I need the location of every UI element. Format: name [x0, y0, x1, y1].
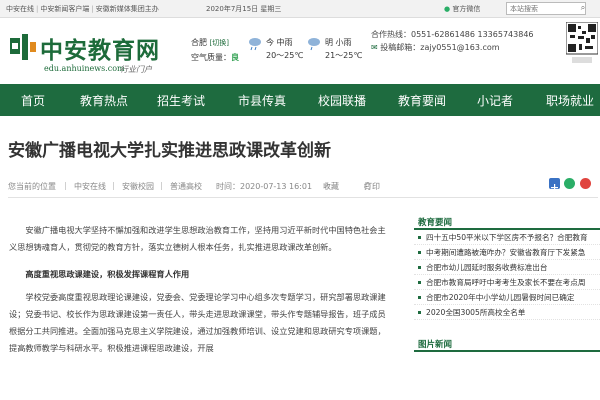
list-item[interactable]: 2020全国3005所高校全名单: [414, 305, 600, 320]
nav-item-campus[interactable]: 校园联播: [318, 92, 366, 109]
logo-name: 中安教育网: [40, 37, 160, 64]
sidebar-pics-header: 图片新闻: [414, 334, 600, 352]
contact-info: 合作热线：0551-62861486 13365743846 ✉ 投稿邮箱：za…: [371, 28, 534, 54]
weather-city-name: 合肥: [191, 38, 207, 47]
sidebar: 教育要闻 四十五中50平米以下学区房不予报名？合肥教育 中考期间遭路被淹咋办？安…: [414, 212, 600, 352]
main-nav: 首页 教育热点 招生考试 市县传真 校园联播 教育要闻 小记者 职场就业: [0, 84, 600, 116]
logo-slogan: 行业门户: [120, 65, 152, 74]
contact-email: ✉ 投稿邮箱：zajy0551@163.com: [371, 41, 534, 54]
weather-today-label: 今 中雨: [266, 38, 293, 47]
logo-mark-icon: [10, 34, 36, 60]
sidebar-news-list: 四十五中50平米以下学区房不予报名？合肥教育 中考期间遭路被淹咋办？安徽省教育厅…: [414, 230, 600, 320]
wechat-icon: ●: [444, 5, 451, 13]
nav-item-home[interactable]: 首页: [21, 92, 45, 109]
share-more-icon[interactable]: [549, 178, 560, 191]
nav-item-reporter[interactable]: 小记者: [477, 92, 513, 109]
air-quality: 空气质量：良: [191, 52, 239, 63]
list-item[interactable]: 合肥市教育局呼吁中考考生及家长不要在考点周: [414, 275, 600, 290]
breadcrumb-item[interactable]: 中安在线: [74, 181, 106, 192]
favorite-label: 收藏: [323, 182, 339, 191]
list-item[interactable]: 合肥市2020年中小学幼儿园暑假时间已确定: [414, 290, 600, 305]
contact-email-text: 投稿邮箱：zajy0551@163.com: [380, 43, 500, 52]
article-time: 时间：2020-07-13 16:01: [216, 182, 313, 191]
list-item[interactable]: 四十五中50平米以下学区房不予报名？合肥教育: [414, 230, 600, 245]
print-label: 打印: [364, 182, 380, 191]
breadcrumb-label: 您当前的位置: [8, 182, 56, 191]
site-logo[interactable]: 中安教育网 edu.anhuinews.com 行业门户: [8, 28, 188, 80]
weather-today-temp: 20～25℃: [266, 51, 304, 60]
nav-item-county[interactable]: 市县传真: [238, 92, 286, 109]
list-item[interactable]: 合肥市幼儿园延时服务收费标准出台: [414, 260, 600, 275]
nav-item-admission[interactable]: 招生考试: [157, 92, 205, 109]
weibo-share-icon[interactable]: [580, 178, 591, 189]
article-body: 安徽广播电视大学坚持不懈加强和改进学生思想政治教育工作，坚持用习近平新时代中国特…: [9, 222, 393, 357]
sidebar-pics-title: 图片新闻: [418, 340, 453, 350]
contact-phone: 合作热线：0551-62861486 13365743846: [371, 30, 534, 39]
weather-tomorrow-label: 明 小雨: [325, 38, 352, 47]
article-subheading: 高度重视思政课建设，积极发挥课程育人作用: [25, 269, 190, 279]
official-wechat-link[interactable]: ● 官方微信: [444, 4, 480, 14]
top-link-zhonganzaixian[interactable]: 中安在线: [6, 5, 34, 13]
air-quality-label: 空气质量：: [191, 53, 231, 62]
nav-item-news[interactable]: 教育要闻: [398, 92, 446, 109]
nav-item-career[interactable]: 职场就业: [546, 92, 594, 109]
rain-cloud-icon: [249, 38, 261, 51]
article-title: 安徽广播电视大学扎实推进思政课改革创新: [8, 141, 331, 161]
rain-cloud-icon: [308, 38, 320, 51]
qr-code-icon: [566, 22, 598, 63]
article-paragraph: 学校党委高度重视思政理论课建设，党委会、党委理论学习中心组多次专题学习，研究部署…: [9, 292, 386, 353]
top-link-group[interactable]: 安徽新媒体集团主办: [96, 5, 159, 13]
sidebar-news-header: 教育要闻: [414, 212, 600, 230]
air-quality-value: 良: [231, 53, 239, 62]
mail-icon: ✉: [371, 43, 378, 52]
sidebar-news-title: 教育要闻: [418, 218, 453, 228]
article-paragraph: 安徽广播电视大学坚持不懈加强和改进学生思想政治教育工作，坚持用习近平新时代中国特…: [9, 225, 386, 252]
search-input[interactable]: [506, 2, 586, 15]
nav-item-hot[interactable]: 教育热点: [80, 92, 128, 109]
official-wechat-label: 官方微信: [452, 5, 481, 13]
date-text: 2020年7月15日 星期三: [206, 5, 282, 13]
search-button[interactable]: ⌕: [578, 3, 588, 14]
weather-tomorrow-temp: 21～25℃: [325, 51, 363, 60]
weather-widget: 合肥 [切换] 空气质量：良 今 中雨 20～25℃ 明 小雨 21～25℃: [191, 32, 366, 72]
breadcrumb-item[interactable]: 安徽校园: [122, 181, 154, 192]
list-item[interactable]: 中考期间遭路被淹咋办？安徽省教育厅下发紧急: [414, 245, 600, 260]
top-link-client[interactable]: 中安新闻客户端: [40, 5, 89, 13]
wechat-share-icon[interactable]: [564, 178, 575, 189]
breadcrumb-item[interactable]: 普通高校: [170, 181, 202, 192]
logo-domain: edu.anhuinews.com: [44, 64, 125, 73]
top-links: 中安在线 | 中安新闻客户端 | 安徽新媒体集团主办: [6, 5, 159, 13]
search-icon: ⌕: [580, 3, 586, 12]
city-switch-link[interactable]: [切换]: [210, 39, 229, 47]
weather-city: 合肥 [切换]: [191, 37, 229, 48]
top-bar: 中安在线 | 中安新闻客户端 | 安徽新媒体集团主办 2020年7月15日 星期三 ● …: [0, 0, 600, 18]
meta-divider: [8, 197, 598, 198]
